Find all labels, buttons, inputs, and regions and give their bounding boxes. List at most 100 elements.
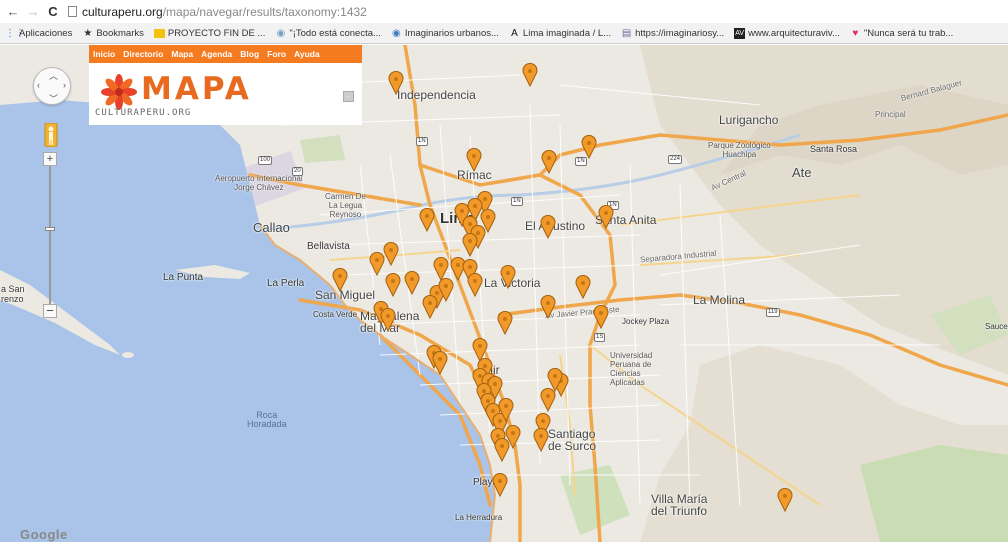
map-marker[interactable] [777,488,793,512]
highway-shield: 1N [511,197,523,206]
logo[interactable]: MAPA CULTURAPERU.ORG - [89,63,362,125]
label-ate: Ate [792,165,812,180]
map-marker[interactable] [522,63,538,87]
bookmark-item[interactable]: PROYECTO FIN DE ... [149,28,270,39]
page-icon [68,6,77,17]
highway-shield: 224 [668,155,683,164]
zoom-out-button[interactable]: − [43,304,57,318]
map-marker[interactable] [533,428,549,452]
label-carmen-de-la-legua: Carmen De La Legua Reynoso [325,192,366,219]
label-zoo: Parque Zoológico Huachipa [708,141,771,159]
label-independencia: Independencia [397,88,476,102]
map-marker[interactable] [498,398,514,422]
map-marker[interactable] [541,150,557,174]
bookmarks-bar: ⋮⋮ Aplicaciones ★ Bookmarks PROYECTO FIN DE … [0,23,1008,44]
flower-logo-icon [101,74,137,110]
map-marker[interactable] [422,295,438,319]
bookmark-label: Lima imaginada / L... [522,27,612,39]
menu-item-blog[interactable]: Blog [240,49,259,59]
map-marker[interactable] [593,305,609,329]
map-marker[interactable] [438,278,454,302]
bookmark-item[interactable]: A Lima imaginada / L... [504,28,616,39]
bookmark-label: "Nunca será tu trab... [863,27,954,39]
bookmark-item[interactable]: AV www.arquitecturaviv... [729,27,845,39]
label-santa-rosa: Santa Rosa [810,144,858,154]
collapse-button[interactable]: - [343,91,354,102]
address-bar: ← → C culturaperu.org/mapa/navegar/resul… [0,0,1008,23]
map-marker[interactable] [581,135,597,159]
bookmark-label: PROYECTO FIN DE ... [167,27,266,39]
menu-item-foro[interactable]: Foro [267,49,286,59]
brand-subtitle: CULTURAPERU.ORG [95,108,192,118]
map-marker[interactable] [385,273,401,297]
highway-shield: 100 [258,156,273,165]
map-marker[interactable] [492,473,508,497]
map-marker[interactable] [500,265,516,289]
map-marker[interactable] [369,252,385,276]
bookmark-item[interactable]: ▤ https://imaginariosy... [616,28,729,39]
menu-item-directorio[interactable]: Directorio [123,49,163,59]
bookmark-item[interactable]: ⋮⋮ Aplicaciones [0,28,77,39]
zoom-slider-track[interactable] [49,166,51,304]
map-marker[interactable] [575,275,591,299]
pan-down-icon[interactable]: ﹀ [49,92,58,105]
map-marker[interactable] [419,208,435,232]
highway-shield: 20 [292,167,303,176]
map-marker[interactable] [598,205,614,229]
menu-item-ayuda[interactable]: Ayuda [294,49,320,59]
zoom-slider-handle[interactable] [45,227,55,231]
bookmark-label: Imaginarios urbanos... [404,27,499,39]
pan-left-icon[interactable]: ‹ [37,80,40,90]
letter-a-icon: A [511,27,518,39]
forward-arrow-icon[interactable]: → [26,4,40,19]
bookmark-item[interactable]: ◉ Imaginarios urbanos... [386,28,504,39]
menu-item-mapa[interactable]: Mapa [171,49,193,59]
site-menu: Inicio Directorio Mapa Agenda Blog Foro … [89,45,362,63]
bookmark-item[interactable]: ★ Bookmarks [77,28,149,39]
star-icon: ★ [83,27,93,39]
reload-icon[interactable]: C [46,4,60,19]
map-marker[interactable] [547,368,563,392]
map-marker[interactable] [497,311,513,335]
globe-icon: ◉ [276,27,286,39]
pan-right-icon[interactable]: › [63,80,66,90]
back-arrow-icon[interactable]: ← [6,4,20,19]
browser-window: ← → C culturaperu.org/mapa/navegar/resul… [0,0,1008,542]
url-field[interactable]: culturaperu.org/mapa/navegar/results/tax… [68,5,367,19]
label-santiago-de-surco: Santiago de Surco [548,427,597,453]
map-marker[interactable] [540,295,556,319]
map-marker[interactable] [380,308,396,332]
map-marker[interactable] [494,438,510,462]
apps-grid-icon: ⋮⋮ [5,27,25,39]
map-canvas[interactable]: Independencia Lurigancho Rímac Lima El A… [0,45,1008,542]
label-villa-maria: Villa María del Triunfo [651,492,708,518]
map-marker[interactable] [383,242,399,266]
brand-title: MAPA [141,71,252,107]
map-marker[interactable] [404,271,420,295]
pegman-icon[interactable] [44,123,58,147]
map-marker[interactable] [388,71,404,95]
pan-control[interactable]: ︿ ﹀ ‹ › [33,67,71,105]
label-costa-verde: Costa Verde [313,310,358,319]
page-icon: ▤ [621,27,632,39]
pan-up-icon[interactable]: ︿ [49,69,58,82]
label-roca-horadada: Roca Horadada [247,410,287,429]
label-upc: Universidad Peruana de Ciencias Aplicada… [610,351,653,387]
menu-item-agenda[interactable]: Agenda [201,49,232,59]
map-marker[interactable] [540,215,556,239]
pocket-icon: ♥ [852,27,859,39]
bookmark-item[interactable]: ◉ "¡Todo está conecta... [270,28,386,39]
bookmark-item[interactable]: ♥ "Nunca será tu trab... [845,28,958,39]
map-marker[interactable] [467,273,483,297]
map-marker[interactable] [466,148,482,172]
label-la-perla: La Perla [267,278,305,289]
map-marker[interactable] [480,209,496,233]
label-lurigancho: Lurigancho [719,113,779,127]
google-logo[interactable]: Google [20,527,68,542]
zoom-in-button[interactable]: + [43,152,57,166]
map-marker[interactable] [462,233,478,257]
menu-item-inicio[interactable]: Inicio [93,49,115,59]
map-marker[interactable] [332,268,348,292]
map-marker[interactable] [432,351,448,375]
url-host: culturaperu.org [82,4,163,19]
